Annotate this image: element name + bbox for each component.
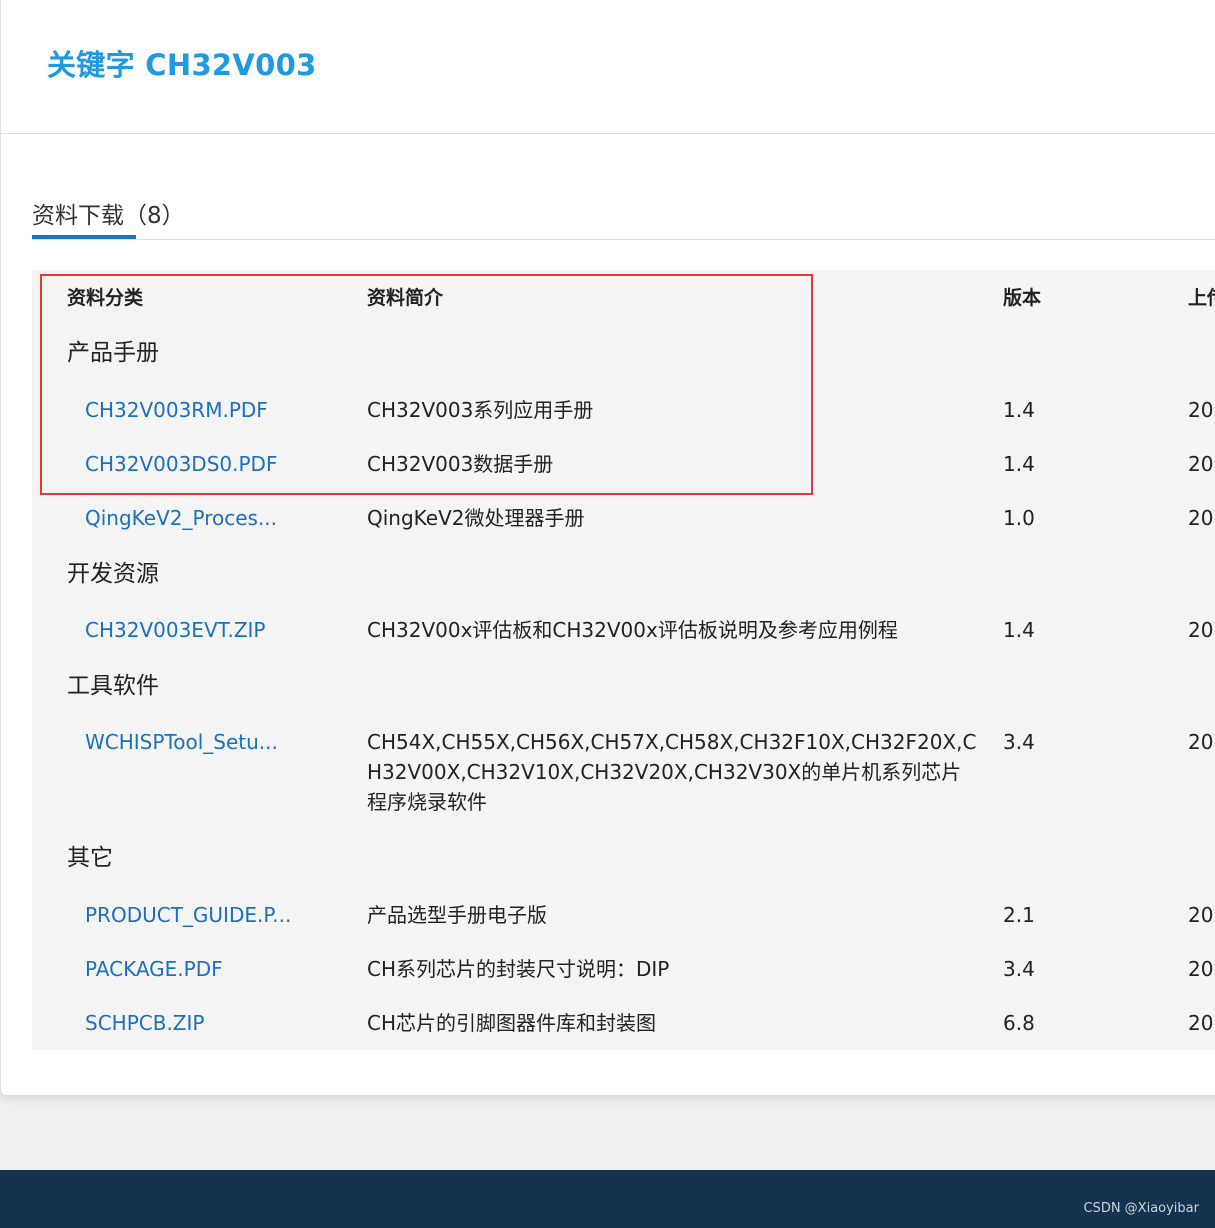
file-version: 1.4 xyxy=(1003,452,1035,476)
tab-downloads[interactable]: 资料下载（8） xyxy=(32,194,185,240)
file-upload-date: 202 xyxy=(1188,1011,1215,1035)
file-link[interactable]: CH32V003RM.PDF xyxy=(85,395,268,425)
file-link[interactable]: CH32V003DS0.PDF xyxy=(85,449,277,479)
file-description: CH芯片的引脚图器件库和封装图 xyxy=(367,1011,657,1035)
file-description: 产品选型手册电子版 xyxy=(367,903,547,927)
watermark-text: CSDN @Xiaoyibar xyxy=(1083,1201,1199,1216)
file-upload-date: 202 xyxy=(1188,957,1215,981)
category-title: 其它 xyxy=(67,845,113,871)
file-version: 3.4 xyxy=(1003,957,1035,981)
active-tab-indicator xyxy=(32,235,136,239)
file-link[interactable]: SCHPCB.ZIP xyxy=(85,1008,204,1038)
file-version: 1.4 xyxy=(1003,618,1035,642)
file-upload-date: 202 xyxy=(1188,618,1215,642)
page-header: 关键字 CH32V003 xyxy=(1,0,1215,134)
file-version: 1.4 xyxy=(1003,398,1035,422)
file-upload-date: 202 xyxy=(1188,398,1215,422)
file-version: 1.0 xyxy=(1003,506,1035,530)
file-upload-date: 202 xyxy=(1188,452,1215,476)
header-category: 资料分类 xyxy=(67,287,144,309)
content-card: 关键字 CH32V003 资料下载（8） 资料分类 资料简介 版本 上传 产品手… xyxy=(0,0,1215,1095)
category-title: 开发资源 xyxy=(67,561,159,587)
file-upload-date: 202 xyxy=(1188,730,1215,754)
file-description: CH32V00x评估板和CH32V00x评估板说明及参考应用例程 xyxy=(367,618,898,642)
file-link[interactable]: PRODUCT_GUIDE.P... xyxy=(85,900,291,930)
file-version: 6.8 xyxy=(1003,1011,1035,1035)
category-title: 工具软件 xyxy=(67,673,159,699)
category-title: 产品手册 xyxy=(67,340,159,366)
file-version: 3.4 xyxy=(1003,730,1035,754)
download-table: 资料分类 资料简介 版本 上传 产品手册 CH32V003RM.PDF CH32… xyxy=(32,270,1215,1050)
file-description: CH32V003数据手册 xyxy=(367,452,554,476)
file-link[interactable]: QingKeV2_Proces... xyxy=(85,503,277,533)
file-link[interactable]: WCHISPTool_Setu... xyxy=(85,727,278,757)
page-footer: CSDN @Xiaoyibar xyxy=(0,1170,1215,1228)
file-description: CH54X,CH55X,CH56X,CH57X,CH58X,CH32F10X,C… xyxy=(367,730,977,814)
file-link[interactable]: PACKAGE.PDF xyxy=(85,954,223,984)
file-description: CH32V003系列应用手册 xyxy=(367,398,594,422)
header-version: 版本 xyxy=(1003,287,1042,309)
header-description: 资料简介 xyxy=(367,287,444,309)
file-upload-date: 202 xyxy=(1188,506,1215,530)
file-version: 2.1 xyxy=(1003,903,1035,927)
file-description: QingKeV2微处理器手册 xyxy=(367,506,585,530)
header-upload: 上传 xyxy=(1188,287,1215,309)
file-description: CH系列芯片的封装尺寸说明：DIP xyxy=(367,957,670,981)
file-link[interactable]: CH32V003EVT.ZIP xyxy=(85,615,266,645)
tab-bar: 资料下载（8） xyxy=(32,194,1215,240)
file-upload-date: 202 xyxy=(1188,903,1215,927)
page-title: 关键字 CH32V003 xyxy=(47,48,317,82)
